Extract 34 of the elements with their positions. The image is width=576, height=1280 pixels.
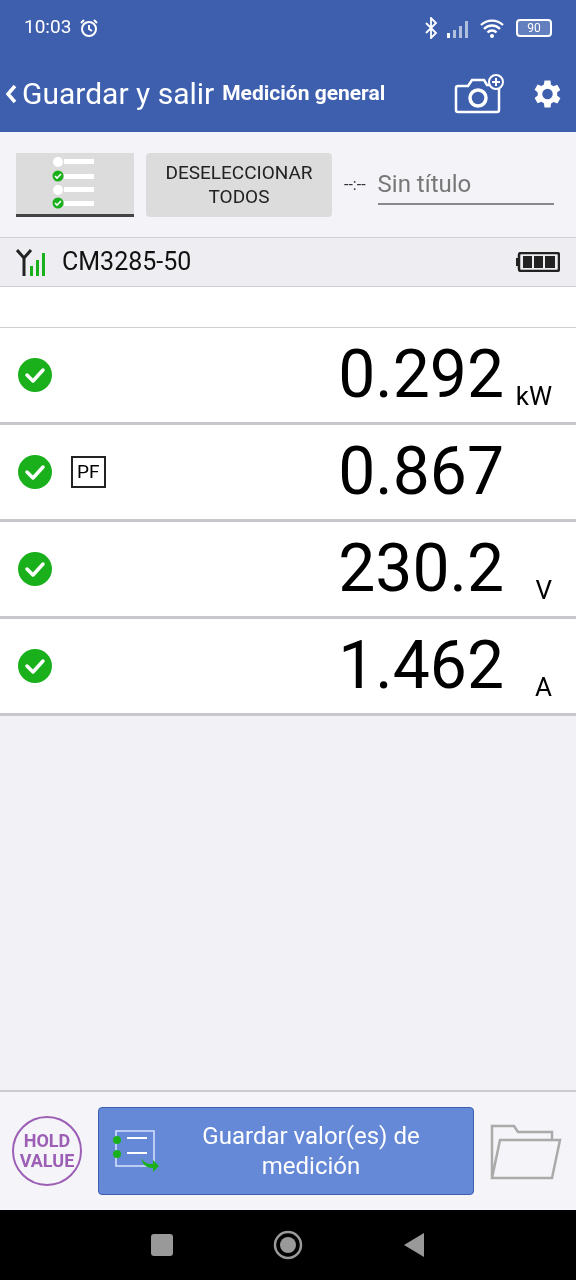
time-marker: --:-- <box>344 173 366 196</box>
hold-value-button[interactable]: HOLD VALUE <box>12 1116 82 1186</box>
screen-title: Medición general <box>222 79 386 107</box>
deselect-all-button[interactable]: DESELECCIONAR TODOS <box>146 152 332 217</box>
check-icon[interactable] <box>17 454 53 490</box>
unit-label: V <box>535 575 552 605</box>
check-icon[interactable] <box>17 551 53 587</box>
save-measurement-button[interactable]: Guardar valor(es) de medición <box>98 1107 474 1195</box>
reading-value: 1.462 <box>338 633 504 699</box>
select-list-toggle[interactable] <box>16 152 134 217</box>
clock-time: 10:03 <box>24 14 72 41</box>
reading-value: 230.2 <box>338 536 504 602</box>
pf-badge: PF <box>71 456 106 488</box>
reading-value: 0.292 <box>338 342 504 408</box>
device-name: CM3285-50 <box>62 246 192 279</box>
folder-icon[interactable] <box>490 1122 562 1180</box>
bluetooth-icon <box>424 16 438 39</box>
alarm-icon <box>79 17 100 38</box>
antenna-signal-icon <box>16 248 46 276</box>
reading-value: 0.867 <box>338 439 504 505</box>
battery-indicator: 90 <box>516 18 552 37</box>
unit-label: A <box>535 672 552 702</box>
back-button[interactable]: Guardar y salir <box>4 71 215 116</box>
check-icon[interactable] <box>17 648 53 684</box>
recent-apps-icon[interactable] <box>151 1234 173 1256</box>
unit-label: kW <box>515 381 552 411</box>
chevron-left-icon <box>4 82 18 105</box>
check-icon[interactable] <box>17 357 53 393</box>
wifi-icon <box>480 17 504 38</box>
battery-icon <box>516 252 560 272</box>
add-photo-icon[interactable] <box>454 73 504 114</box>
back-icon[interactable] <box>403 1232 425 1258</box>
home-icon[interactable] <box>273 1230 303 1260</box>
title-field[interactable]: Sin título <box>377 164 554 205</box>
